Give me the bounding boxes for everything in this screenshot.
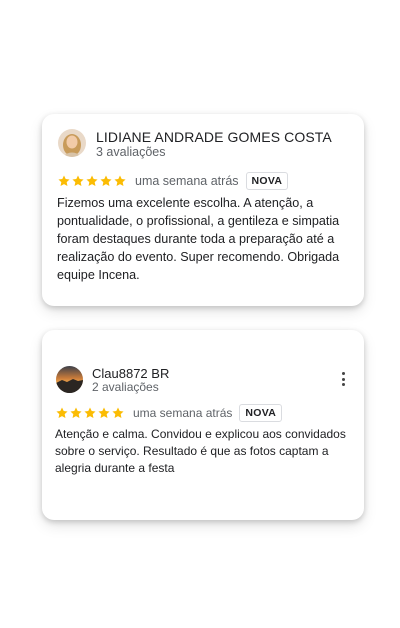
avatar[interactable] <box>58 129 86 157</box>
avatar[interactable] <box>56 366 83 393</box>
new-badge: NOVA <box>239 404 283 422</box>
star-rating <box>57 174 127 188</box>
review-text: Atenção e calma. Convidou e explicou aos… <box>55 427 346 475</box>
star-icon <box>56 407 68 419</box>
star-icon <box>84 407 96 419</box>
reviewer-review-count: 3 avaliações <box>96 145 166 159</box>
reviewer-name[interactable]: Clau8872 BR <box>92 366 169 381</box>
new-badge: NOVA <box>245 172 289 190</box>
review-time: uma semana atrás <box>133 406 233 420</box>
rating-row: uma semana atrás NOVA <box>57 172 289 190</box>
star-icon <box>112 407 124 419</box>
review-card: LIDIANE ANDRADE GOMES COSTA 3 avaliações… <box>42 114 364 306</box>
star-icon <box>58 175 70 187</box>
rating-row: uma semana atrás NOVA <box>55 404 283 422</box>
star-icon <box>114 175 126 187</box>
star-icon <box>98 407 110 419</box>
star-icon <box>72 175 84 187</box>
reviewer-review-count: 2 avaliações <box>92 380 159 394</box>
star-rating <box>55 406 125 420</box>
review-time: uma semana atrás <box>135 174 239 188</box>
star-icon <box>70 407 82 419</box>
star-icon <box>86 175 98 187</box>
review-text: Fizemos uma excelente escolha. A atenção… <box>57 196 340 282</box>
reviewer-name[interactable]: LIDIANE ANDRADE GOMES COSTA <box>96 129 332 145</box>
more-options-icon[interactable] <box>340 372 346 386</box>
star-icon <box>100 175 112 187</box>
review-card: Clau8872 BR 2 avaliações uma semana atrá… <box>42 330 364 520</box>
